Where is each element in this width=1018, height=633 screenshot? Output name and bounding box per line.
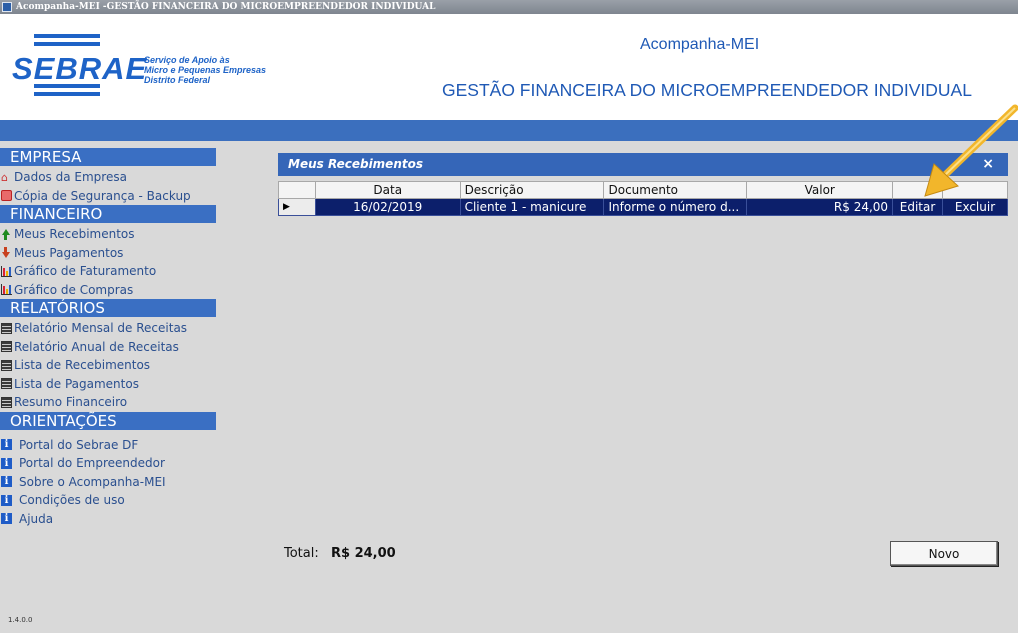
house-icon: ⌂ (1, 170, 8, 184)
col-selector (278, 181, 316, 199)
app-header: SEBRAE Serviço de Apoio às Micro e Peque… (0, 14, 1018, 120)
nav-relatorio-mensal[interactable]: Relatório Mensal de Receitas (0, 319, 218, 338)
section-orientacoes: ORIENTAÇÕES (0, 411, 216, 430)
section-empresa: EMPRESA (0, 148, 216, 166)
version-label: 1.4.0.0 (8, 616, 33, 624)
logo-tagline-3: Distrito Federal (144, 75, 211, 85)
receipts-table: Data Descrição Documento Valor ▶ 16/02/2… (278, 181, 1008, 216)
bar-chart-icon (1, 265, 12, 277)
edit-link[interactable]: Editar (892, 198, 944, 216)
total-value: R$ 24,00 (331, 546, 396, 561)
info-icon: i (1, 457, 12, 469)
nav-grafico-faturamento[interactable]: Gráfico de Faturamento (0, 262, 218, 281)
table-row[interactable]: ▶ 16/02/2019 Cliente 1 - manicure Inform… (278, 198, 1008, 216)
report-icon (1, 396, 12, 408)
cell-valor: R$ 24,00 (746, 198, 894, 216)
sebrae-logo: SEBRAE Serviço de Apoio às Micro e Peque… (12, 34, 282, 114)
report-icon (1, 359, 12, 371)
cell-documento: Informe o número d... (603, 198, 748, 216)
arrow-down-icon (1, 247, 12, 259)
header-band (0, 120, 1018, 141)
arrow-up-icon (1, 228, 12, 240)
panel-title: Meus Recebimentos (288, 157, 423, 171)
backup-icon (1, 190, 12, 202)
info-icon: i (1, 476, 12, 488)
report-icon (1, 378, 12, 390)
col-edit (892, 181, 944, 199)
bar-chart-icon (1, 284, 12, 296)
nav-grafico-compras[interactable]: Gráfico de Compras (0, 281, 218, 300)
cell-data: 16/02/2019 (314, 198, 461, 216)
col-descricao[interactable]: Descrição (459, 181, 605, 199)
section-relatorios: RELATÓRIOS (0, 299, 216, 317)
total-label: Total: (284, 546, 319, 561)
window-titlebar: Acompanha-MEI -GESTÃO FINANCEIRA DO MICR… (0, 0, 1018, 14)
nav-ajuda[interactable]: i Ajuda (0, 510, 218, 529)
nav-backup[interactable]: Cópia de Segurança - Backup (0, 187, 218, 206)
nav-relatorio-anual[interactable]: Relatório Anual de Receitas (0, 338, 218, 357)
nav-dados-da-empresa[interactable]: ⌂ Dados da Empresa (0, 168, 218, 187)
logo-tagline-1: Serviço de Apoio às (144, 55, 230, 65)
col-documento[interactable]: Documento (603, 181, 748, 199)
table-header-row: Data Descrição Documento Valor (278, 181, 1008, 199)
cell-descricao: Cliente 1 - manicure (459, 198, 605, 216)
close-icon[interactable]: × (982, 153, 994, 176)
section-financeiro: FINANCEIRO (0, 205, 216, 223)
nav-lista-recebimentos[interactable]: Lista de Recebimentos (0, 356, 218, 375)
report-icon (1, 341, 12, 353)
delete-link[interactable]: Excluir (942, 198, 1008, 216)
app-icon (2, 2, 12, 12)
nav-meus-recebimentos[interactable]: Meus Recebimentos (0, 225, 218, 244)
panel-header: Meus Recebimentos × (278, 153, 1008, 176)
col-delete (942, 181, 1008, 199)
nav-lista-pagamentos[interactable]: Lista de Pagamentos (0, 375, 218, 394)
app-subtitle: GESTÃO FINANCEIRA DO MICROEMPREENDEDOR I… (442, 80, 972, 100)
info-icon: i (1, 439, 12, 451)
panel-body: Data Descrição Documento Valor ▶ 16/02/2… (278, 176, 1008, 574)
col-valor[interactable]: Valor (746, 181, 894, 199)
window-title: Acompanha-MEI -GESTÃO FINANCEIRA DO MICR… (16, 2, 436, 12)
col-data[interactable]: Data (314, 181, 461, 199)
logo-text: SEBRAE (12, 51, 148, 86)
sidebar: EMPRESA ⌂ Dados da Empresa Cópia de Segu… (0, 148, 218, 528)
logo-tagline-2: Micro e Pequenas Empresas (144, 65, 267, 75)
nav-resumo-financeiro[interactable]: Resumo Financeiro (0, 393, 218, 412)
nav-sobre[interactable]: i Sobre o Acompanha-MEI (0, 473, 218, 492)
app-name: Acompanha-MEI (640, 36, 760, 53)
new-button[interactable]: Novo (890, 541, 998, 566)
nav-meus-pagamentos[interactable]: Meus Pagamentos (0, 244, 218, 263)
nav-condicoes-de-uso[interactable]: i Condições de uso (0, 491, 218, 510)
info-icon: i (1, 513, 12, 525)
info-icon: i (1, 494, 12, 506)
nav-portal-sebrae-df[interactable]: i Portal do Sebrae DF (0, 436, 218, 455)
report-icon (1, 322, 12, 334)
nav-portal-empreendedor[interactable]: i Portal do Empreendedor (0, 454, 218, 473)
row-selector-icon[interactable]: ▶ (278, 198, 316, 216)
